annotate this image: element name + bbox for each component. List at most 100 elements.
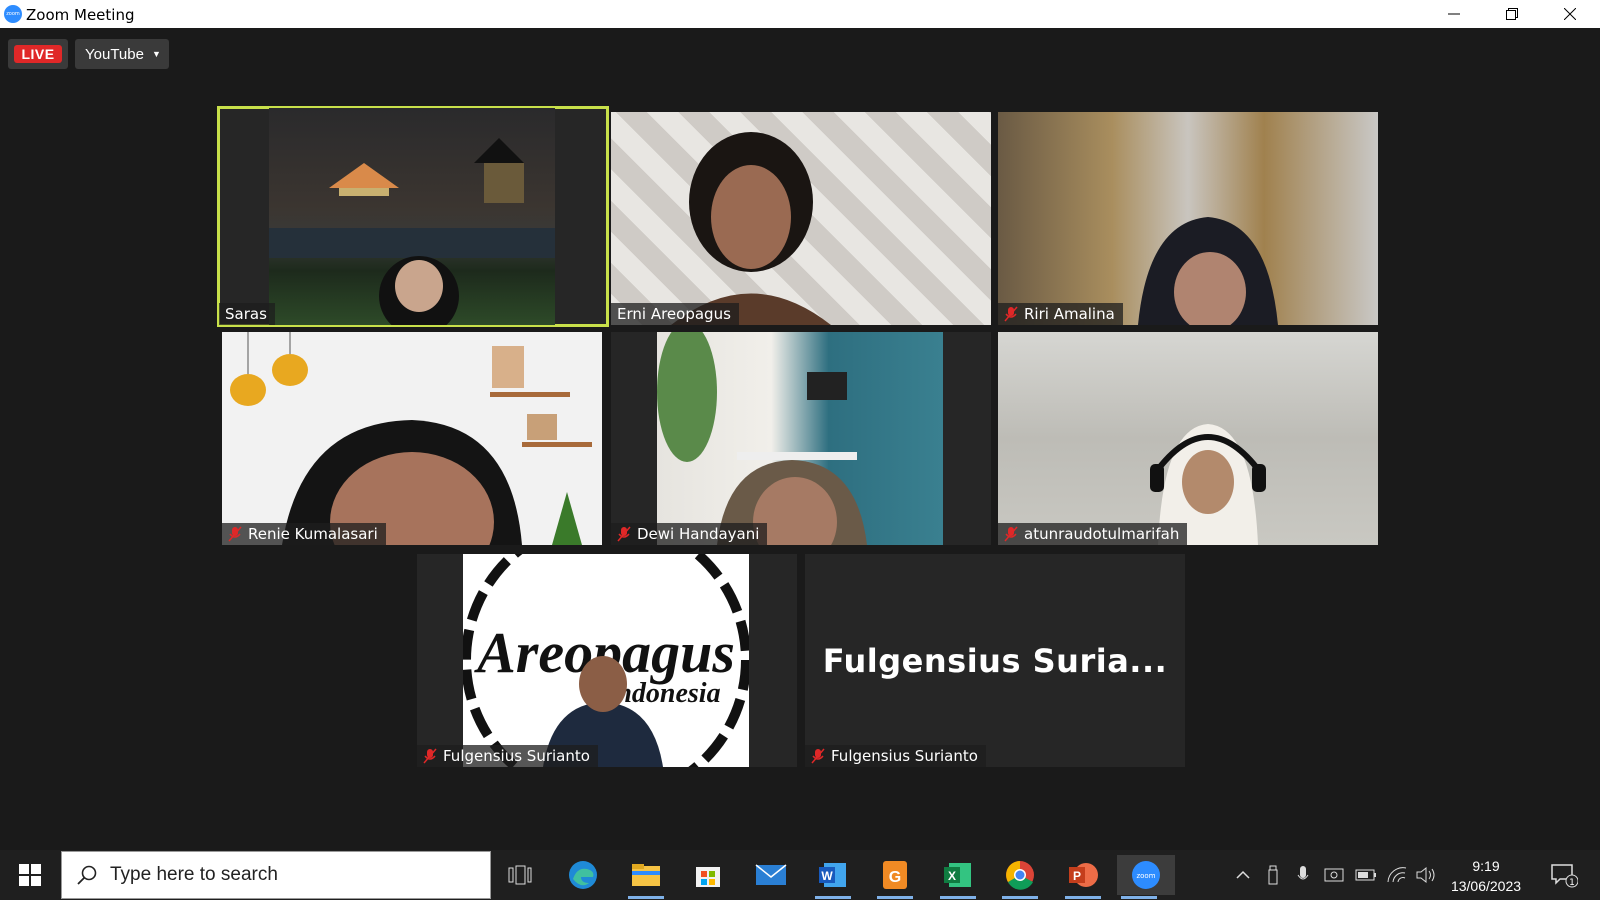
- taskbar-app-word[interactable]: W: [811, 855, 855, 899]
- taskbar-search-box[interactable]: Type here to search: [61, 851, 491, 899]
- restore-icon: [1506, 8, 1518, 20]
- microphone-muted-icon: [617, 526, 631, 542]
- participant-video: [269, 108, 555, 325]
- live-label: LIVE: [14, 45, 62, 63]
- clock-time: 9:19: [1472, 858, 1500, 874]
- notification-icon: 1: [1551, 864, 1578, 888]
- taskbar-app-mail[interactable]: [749, 855, 793, 895]
- participant-tile[interactable]: Areopagus Indonesia Fulgensius Surianto: [417, 554, 797, 767]
- stream-target-dropdown[interactable]: YouTube ▼: [75, 39, 169, 69]
- participant-tile[interactable]: Renie Kumalasari: [222, 332, 602, 545]
- taskbar-app-pdf[interactable]: G: [873, 855, 917, 899]
- microphone-muted-icon: [228, 526, 242, 542]
- folder-icon: [632, 864, 660, 886]
- taskbar-clock[interactable]: 9:19 13/06/2023: [1443, 856, 1529, 896]
- battery-icon: [1355, 869, 1376, 881]
- participant-name: Renie Kumalasari: [248, 525, 378, 543]
- caret-down-icon: ▼: [151, 49, 161, 59]
- close-icon: [1564, 8, 1576, 20]
- microphone-muted-icon: [423, 748, 437, 764]
- windows-taskbar: Type here to search W G X P zoom 9:19 13…: [0, 850, 1600, 900]
- task-view-icon: [508, 865, 532, 885]
- participant-face-icon: [1138, 217, 1278, 325]
- participant-tile[interactable]: atunraudotulmarifah: [998, 332, 1378, 545]
- participant-face-icon: [657, 332, 867, 545]
- zoom-app-icon: zoom: [4, 5, 22, 23]
- svg-text:P: P: [1073, 869, 1081, 883]
- participant-video: [998, 112, 1378, 325]
- participant-video: [222, 332, 602, 545]
- participant-name: Riri Amalina: [1024, 305, 1115, 323]
- participant-nameplate: Erni Areopagus: [611, 303, 739, 325]
- participant-name: Saras: [225, 305, 267, 323]
- meeting-area: LIVE YouTube ▼ Saras Erni Areopagus Riri…: [0, 28, 1600, 850]
- tray-sync[interactable]: [1322, 850, 1346, 900]
- usb-drive-icon: [1268, 865, 1278, 885]
- word-icon: W: [819, 863, 846, 887]
- microphone-muted-icon: [811, 748, 825, 764]
- microphone-muted-icon: [1004, 526, 1018, 542]
- window-titlebar: zoom Zoom Meeting: [0, 0, 1600, 28]
- participant-name: Dewi Handayani: [637, 525, 760, 543]
- mail-icon: [755, 864, 787, 885]
- tray-microphone[interactable]: [1292, 850, 1314, 900]
- participant-tile[interactable]: Erni Areopagus: [611, 112, 991, 325]
- minimize-button[interactable]: [1425, 0, 1483, 28]
- participant-face-icon: [230, 332, 592, 545]
- participant-name: Erni Areopagus: [617, 305, 731, 323]
- tray-usb[interactable]: [1262, 850, 1284, 900]
- participant-nameplate: Fulgensius Surianto: [805, 745, 986, 767]
- tray-overflow-button[interactable]: [1232, 850, 1254, 900]
- notification-count: 1: [1569, 878, 1575, 888]
- restore-button[interactable]: [1483, 0, 1541, 28]
- tray-network[interactable]: [1384, 850, 1410, 900]
- participant-video: [657, 332, 943, 545]
- participant-tile[interactable]: Dewi Handayani: [611, 332, 991, 545]
- taskbar-app-chrome[interactable]: [998, 855, 1042, 899]
- zoom-icon: zoom: [1132, 861, 1160, 889]
- windows-logo-icon: [19, 864, 41, 886]
- search-icon: [77, 865, 97, 885]
- participant-tile[interactable]: Fulgensius Suria... Fulgensius Surianto: [805, 554, 1185, 767]
- speaker-icon: [1416, 866, 1435, 884]
- participant-nameplate: atunraudotulmarifah: [998, 523, 1188, 545]
- taskbar-app-excel[interactable]: X: [936, 855, 980, 899]
- task-view-button[interactable]: [498, 855, 542, 895]
- night-campus-scene-icon: [269, 138, 555, 325]
- taskbar-app-file-explorer[interactable]: [624, 855, 668, 899]
- pdf-reader-icon: G: [883, 861, 907, 889]
- chevron-up-icon: [1236, 870, 1250, 879]
- tray-battery[interactable]: [1353, 850, 1379, 900]
- clock-date: 13/06/2023: [1450, 878, 1522, 894]
- taskbar-app-store[interactable]: [686, 855, 730, 895]
- participant-tile[interactable]: Saras: [217, 106, 609, 327]
- minimize-icon: [1448, 13, 1460, 15]
- taskbar-app-zoom[interactable]: zoom: [1117, 855, 1175, 899]
- powerpoint-icon: P: [1069, 863, 1098, 887]
- participant-nameplate: Fulgensius Surianto: [417, 745, 598, 767]
- participant-nameplate: Renie Kumalasari: [222, 523, 386, 545]
- microphone-muted-icon: [1004, 306, 1018, 322]
- participant-video: Areopagus Indonesia: [461, 554, 751, 767]
- chrome-icon: [1006, 861, 1034, 890]
- action-center-button[interactable]: 1: [1548, 850, 1580, 900]
- tray-volume[interactable]: [1414, 850, 1440, 900]
- participant-nameplate: Riri Amalina: [998, 303, 1123, 325]
- participant-face-icon: [671, 132, 831, 325]
- taskbar-app-edge[interactable]: [561, 855, 605, 895]
- participant-name: atunraudotulmarifah: [1024, 525, 1180, 543]
- search-placeholder: Type here to search: [110, 864, 278, 885]
- close-button[interactable]: [1541, 0, 1599, 28]
- edge-icon: [569, 861, 597, 889]
- svg-text:W: W: [821, 869, 833, 883]
- live-badge[interactable]: LIVE: [8, 39, 68, 69]
- participant-tile[interactable]: Riri Amalina: [998, 112, 1378, 325]
- excel-icon: X: [944, 863, 971, 887]
- start-button[interactable]: [0, 850, 60, 900]
- participant-video: [611, 112, 991, 325]
- participant-nameplate: Dewi Handayani: [611, 523, 768, 545]
- taskbar-app-powerpoint[interactable]: P: [1061, 855, 1105, 899]
- participant-name: Fulgensius Surianto: [443, 747, 590, 765]
- areopagus-logo-background: Areopagus Indonesia: [461, 554, 751, 767]
- sync-monitor-icon: [1324, 868, 1344, 882]
